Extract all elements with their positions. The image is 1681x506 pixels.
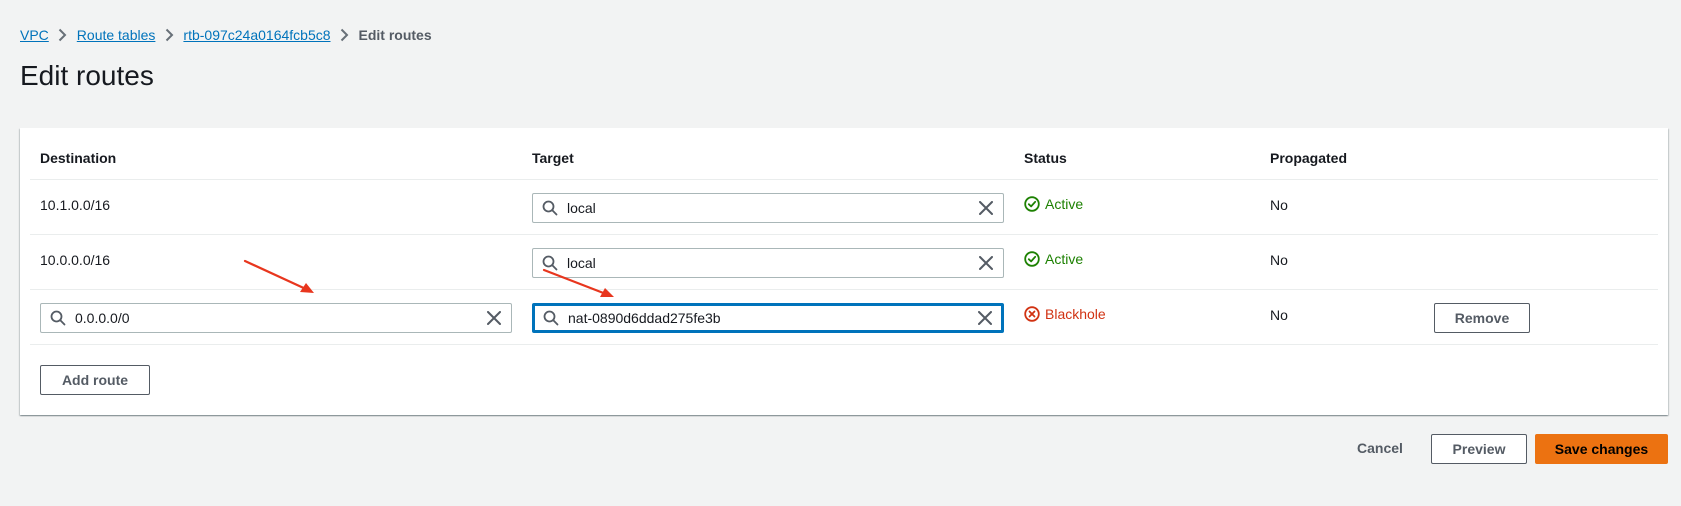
status-badge: Blackhole xyxy=(1024,306,1106,322)
target-field[interactable] xyxy=(532,303,1004,333)
search-icon xyxy=(533,194,563,222)
row-divider xyxy=(30,289,1658,290)
add-route-button[interactable]: Add route xyxy=(40,365,150,395)
propagated-value: No xyxy=(1270,307,1288,323)
status-badge: Active xyxy=(1024,196,1083,212)
remove-route-button[interactable]: Remove xyxy=(1434,303,1530,333)
save-changes-button[interactable]: Save changes xyxy=(1535,434,1668,464)
breadcrumb-link-route-tables[interactable]: Route tables xyxy=(77,27,156,43)
target-field[interactable] xyxy=(532,248,1004,278)
destination-input[interactable] xyxy=(71,304,477,332)
clear-icon[interactable] xyxy=(969,249,1003,277)
row-divider xyxy=(30,234,1658,235)
breadcrumb-link-vpc[interactable]: VPC xyxy=(20,27,49,43)
cancel-button[interactable]: Cancel xyxy=(1357,440,1403,456)
column-header-destination: Destination xyxy=(40,150,117,166)
clear-icon[interactable] xyxy=(968,305,1002,331)
breadcrumb: VPC Route tables rtb-097c24a0164fcb5c8 E… xyxy=(20,25,432,45)
routes-table-panel: Destination Target Status Propagated 10.… xyxy=(20,128,1668,415)
breadcrumb-current: Edit routes xyxy=(358,27,432,43)
destination-field[interactable] xyxy=(40,303,512,333)
target-input[interactable] xyxy=(563,194,969,222)
clear-icon[interactable] xyxy=(969,194,1003,222)
column-header-target: Target xyxy=(532,150,574,166)
target-input[interactable] xyxy=(564,305,968,331)
status-text: Blackhole xyxy=(1045,306,1106,322)
column-header-status: Status xyxy=(1024,150,1067,166)
search-icon xyxy=(41,304,71,332)
destination-value: 10.1.0.0/16 xyxy=(40,197,111,213)
check-circle-icon xyxy=(1024,251,1040,267)
target-field[interactable] xyxy=(532,193,1004,223)
target-input[interactable] xyxy=(563,249,969,277)
search-icon xyxy=(533,249,563,277)
propagated-value: No xyxy=(1270,197,1288,213)
search-icon xyxy=(534,305,564,331)
row-divider xyxy=(30,344,1658,345)
chevron-right-icon xyxy=(49,28,77,42)
preview-button[interactable]: Preview xyxy=(1431,434,1527,464)
x-circle-icon xyxy=(1024,306,1040,322)
row-divider xyxy=(30,179,1658,180)
breadcrumb-link-route-table-id[interactable]: rtb-097c24a0164fcb5c8 xyxy=(183,27,330,43)
chevron-right-icon xyxy=(331,28,359,42)
propagated-value: No xyxy=(1270,252,1288,268)
status-text: Active xyxy=(1045,251,1084,267)
column-header-propagated: Propagated xyxy=(1270,150,1348,166)
status-text: Active xyxy=(1045,196,1084,212)
check-circle-icon xyxy=(1024,196,1040,212)
status-badge: Active xyxy=(1024,251,1083,267)
clear-icon[interactable] xyxy=(477,304,511,332)
page-title: Edit routes xyxy=(20,60,154,91)
destination-value: 10.0.0.0/16 xyxy=(40,252,111,268)
chevron-right-icon xyxy=(155,28,183,42)
